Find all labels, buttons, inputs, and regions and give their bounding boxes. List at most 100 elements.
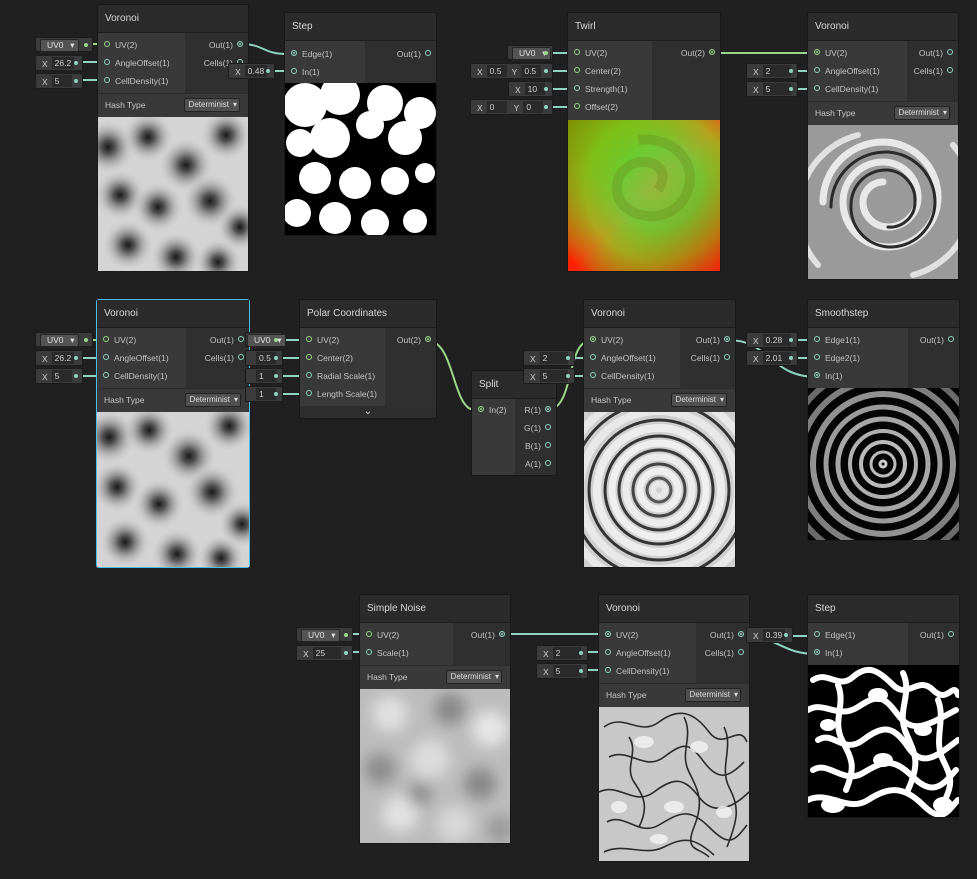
port-dot-icon[interactable] [366,649,372,655]
port-dot-icon[interactable] [103,372,109,378]
node-title[interactable]: Voronoi [584,300,735,328]
port-dot-icon[interactable] [814,85,820,91]
port-dot-icon[interactable] [306,372,312,378]
length-scale-field[interactable]: 1 [245,386,283,402]
port-out[interactable]: Out(1) [209,36,248,54]
port-in[interactable]: In(2) [472,401,506,419]
port-out[interactable]: Out(1) [710,626,749,644]
port-dot-icon[interactable] [948,631,954,637]
node-title[interactable]: Twirl [568,13,720,41]
port-dot-icon[interactable] [814,372,820,378]
edge2-field[interactable]: X 2.01 [746,350,798,366]
center-field[interactable]: 0.5 [245,350,283,366]
port-dot-icon[interactable] [605,649,611,655]
node-title[interactable]: Simple Noise [360,595,510,623]
port-center[interactable]: Center(2) [300,349,353,367]
port-out[interactable]: Out(1) [920,331,959,349]
twirl-node[interactable]: Twirl UV(2) Center(2) Strength(1) Offset… [568,13,720,271]
cell-density-field[interactable]: X5 [746,81,798,97]
port-dot-icon[interactable] [605,631,611,637]
port-uv[interactable]: UV(2) [300,331,339,349]
port-dot-icon[interactable] [574,103,580,109]
port-dot-icon[interactable] [738,631,744,637]
hash-type-dropdown[interactable]: Determinist [893,106,950,120]
node-title[interactable]: Voronoi [599,595,749,623]
port-angle-offset[interactable]: AngleOffset(1) [97,349,169,367]
port-uv[interactable]: UV(2) [97,331,136,349]
hash-type-dropdown[interactable]: Determinist [670,393,727,407]
port-dot-icon[interactable] [103,354,109,360]
port-dot-icon[interactable] [814,336,820,342]
voronoi-node-2[interactable]: Voronoi UV(2) AngleOffset(1) CellDensity… [808,13,958,279]
node-title[interactable]: Polar Coordinates [300,300,436,328]
uv-selector[interactable]: UV0 [296,627,353,642]
port-dot-icon[interactable] [425,336,431,342]
port-scale[interactable]: Scale(1) [360,644,409,662]
port-cells[interactable]: Cells(1) [914,62,958,80]
polar-coordinates-node[interactable]: Polar Coordinates UV(2) Center(2) Radial… [300,300,436,418]
center-field[interactable]: X 0.5 Y 0.5 [470,63,553,79]
port-edge1[interactable]: Edge1(1) [808,331,860,349]
port-uv[interactable]: UV(2) [568,44,607,62]
port-dot-icon[interactable] [590,336,596,342]
scale-field[interactable]: X 25 [296,645,353,661]
cell-density-field[interactable]: X5 [35,73,83,89]
port-out[interactable]: Out(2) [397,331,436,349]
split-node[interactable]: Split In(2) R(1) G(1) B(1) A(1) [472,371,556,475]
port-in[interactable]: In(1) [808,367,842,385]
port-dot-icon[interactable] [366,631,372,637]
port-dot-icon[interactable] [306,354,312,360]
port-dot-icon[interactable] [104,59,110,65]
voronoi-node-4[interactable]: Voronoi UV(2) AngleOffset(1) CellDensity… [584,300,735,567]
expand-chevron-icon[interactable]: ⌄ [300,406,436,418]
port-dot-icon[interactable] [478,406,484,412]
port-edge2[interactable]: Edge2(1) [808,349,860,367]
uv-selector[interactable]: UV0 [245,332,286,347]
port-dot-icon[interactable] [574,85,580,91]
uv-selector[interactable]: UV0 [35,37,93,52]
port-dot-icon[interactable] [724,336,730,342]
port-dot-icon[interactable] [238,336,244,342]
hash-type-dropdown[interactable]: Determinist [684,688,741,702]
port-in[interactable]: In(1) [285,63,319,81]
port-uv[interactable]: UV(2) [808,44,847,62]
node-title[interactable]: Voronoi [808,13,958,41]
simple-noise-node[interactable]: Simple Noise UV(2) Scale(1) Out(1) Hash … [360,595,510,843]
port-dot-icon[interactable] [590,354,596,360]
port-dot-icon[interactable] [814,631,820,637]
cell-density-field[interactable]: X5 [523,368,575,384]
port-cell-density[interactable]: CellDensity(1) [808,80,878,98]
strength-field[interactable]: X 10 [508,81,553,97]
node-title[interactable]: Voronoi [97,300,249,328]
port-dot-icon[interactable] [590,372,596,378]
port-out[interactable]: Out(1) [210,331,249,349]
hash-type-dropdown[interactable]: Determinist [445,670,502,684]
port-dot-icon[interactable] [605,667,611,673]
hash-type-dropdown[interactable]: Determinist [184,393,241,407]
port-dot-icon[interactable] [814,49,820,55]
cell-density-field[interactable]: X5 [35,368,83,384]
port-dot-icon[interactable] [306,336,312,342]
port-dot-icon[interactable] [104,77,110,83]
port-angle-offset[interactable]: AngleOffset(1) [98,54,170,72]
edge1-field[interactable]: X 0.28 [746,332,798,348]
port-dot-icon[interactable] [291,50,297,56]
port-uv[interactable]: UV(2) [98,36,137,54]
port-out[interactable]: Out(1) [919,44,958,62]
port-cells[interactable]: Cells(1) [691,349,735,367]
port-dot-icon[interactable] [306,390,312,396]
port-dot-icon[interactable] [947,67,953,73]
port-cell-density[interactable]: CellDensity(1) [584,367,654,385]
port-dot-icon[interactable] [238,354,244,360]
voronoi-node-5[interactable]: Voronoi UV(2) AngleOffset(1) CellDensity… [599,595,749,861]
node-title[interactable]: Step [285,13,436,41]
port-dot-icon[interactable] [948,336,954,342]
port-out[interactable]: Out(1) [471,626,510,644]
port-dot-icon[interactable] [738,649,744,655]
port-dot-icon[interactable] [947,49,953,55]
port-length-scale[interactable]: Length Scale(1) [300,385,377,403]
edge-field[interactable]: X 0.48 [228,63,275,79]
port-cells[interactable]: Cells(1) [205,349,249,367]
port-dot-icon[interactable] [104,41,110,47]
port-a[interactable]: A(1) [525,455,556,473]
